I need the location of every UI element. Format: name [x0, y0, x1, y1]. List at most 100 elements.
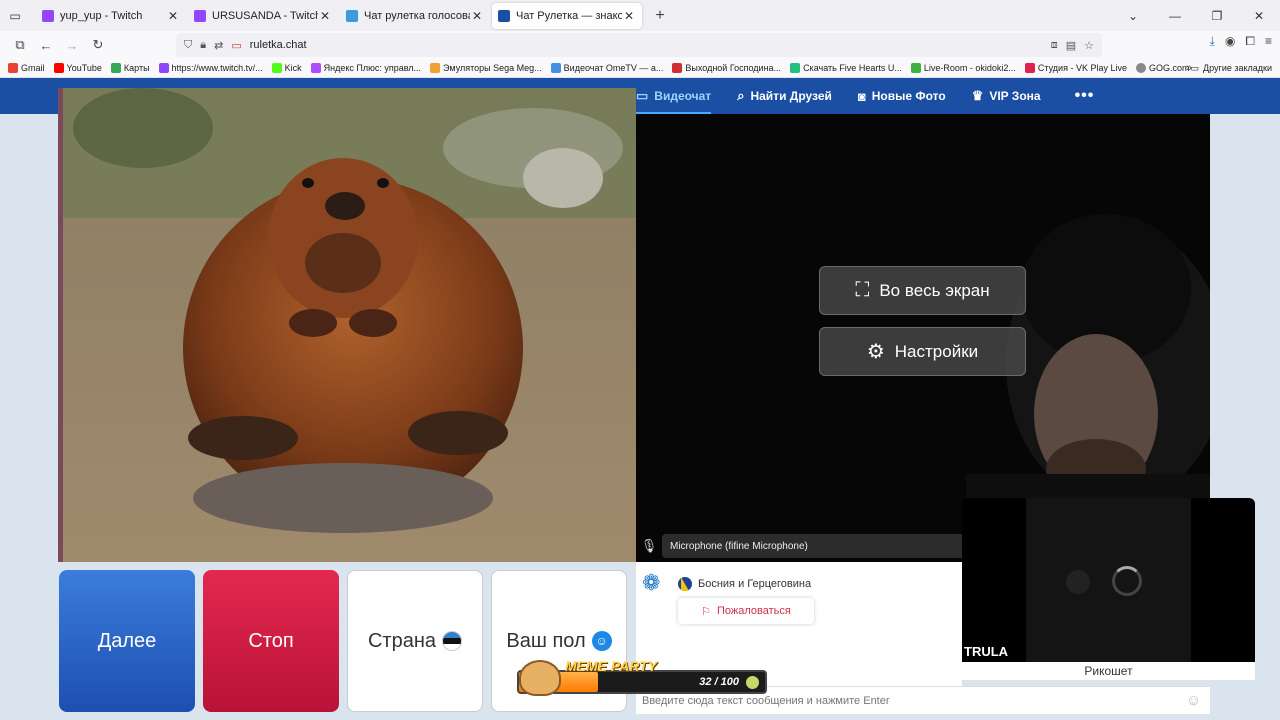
- crown-icon: ♛: [971, 88, 984, 103]
- document-icon: [550, 63, 561, 73]
- reader-view-icon[interactable]: ▤: [1066, 39, 1076, 52]
- permissions-icon[interactable]: ⇄: [214, 39, 223, 52]
- close-tab-icon[interactable]: ✕: [166, 9, 180, 23]
- nav-find-friends[interactable]: ⌕ Найти Друзей: [737, 78, 832, 114]
- address-bar[interactable]: ⛉ 🔒︎ ⇄ ▭ ruletka.chat ⧈ ▤ ☆: [176, 33, 1102, 57]
- meme-party-widget: 32 / 100 MEME PARTY: [515, 658, 769, 698]
- logo-placeholder-icon: [1066, 570, 1090, 594]
- doge-icon: [519, 660, 561, 696]
- camera-icon: ◙: [857, 88, 866, 104]
- search-icon: ⌕: [737, 88, 745, 103]
- sega-icon: [430, 63, 441, 73]
- beaver-image: [63, 88, 636, 562]
- nav-new-photos[interactable]: ◙ Новые Фото: [858, 78, 946, 114]
- forward-icon[interactable]: →: [60, 33, 84, 57]
- bookmark-item[interactable]: Скачать Five Hearts U...: [790, 63, 902, 73]
- site-favicon-icon: [346, 9, 358, 22]
- fullscreen-button[interactable]: ⛶ Во весь экран: [819, 266, 1026, 315]
- bookmark-item[interactable]: YouTube: [53, 63, 102, 73]
- camera-indicator-icon[interactable]: ▭: [231, 39, 241, 52]
- close-tab-icon[interactable]: ✕: [622, 9, 636, 23]
- microphone-select[interactable]: Microphone (fifine Microphone): [662, 534, 972, 558]
- country-button[interactable]: Страна: [347, 570, 483, 712]
- bookmark-item[interactable]: GOG.com: [1135, 63, 1190, 73]
- tab-list-icon[interactable]: ▭: [2, 3, 28, 29]
- emoji-icon[interactable]: ☺: [1186, 692, 1210, 709]
- nav-videochat[interactable]: ▭ Видеочат: [636, 78, 712, 114]
- close-window-icon[interactable]: ✕: [1238, 0, 1280, 31]
- video-icon: ▭: [636, 88, 649, 103]
- window-controls: ⌄ — ❐ ✕: [1112, 0, 1280, 31]
- close-tab-icon[interactable]: ✕: [318, 9, 332, 23]
- new-tab-button[interactable]: +: [648, 7, 672, 25]
- youtube-icon: [53, 63, 64, 73]
- bookmark-item[interactable]: https://www.twitch.tv/...: [158, 63, 263, 73]
- browser-tab[interactable]: yup_yup - Twitch ✕: [36, 3, 186, 29]
- bookmark-item[interactable]: Gmail: [8, 63, 45, 73]
- bookmarks-bar: Gmail YouTube Карты https://www.twitch.t…: [0, 59, 1280, 78]
- gear-icon: ⚙: [866, 341, 885, 363]
- stream-caption: Рикошет: [962, 662, 1255, 680]
- reload-icon[interactable]: ↻: [86, 33, 110, 57]
- bookmark-star-icon[interactable]: ☆: [1084, 39, 1094, 52]
- back-icon[interactable]: ←: [34, 33, 58, 57]
- browser-tab[interactable]: URSUSANDA - Twitch ✕: [188, 3, 338, 29]
- preview-frame: [1026, 498, 1191, 662]
- account-icon[interactable]: ◉: [1225, 34, 1235, 49]
- vk-play-icon: [1024, 63, 1035, 73]
- shield-icon[interactable]: ⛉: [184, 39, 192, 52]
- downloads-icon[interactable]: ⤓: [1210, 34, 1215, 49]
- lock-icon[interactable]: 🔒︎: [200, 39, 206, 52]
- twitch-favicon-icon: [194, 9, 206, 22]
- bookmark-item[interactable]: Яндекс Плюс: управл...: [310, 63, 421, 73]
- bookmark-item[interactable]: Выходной Господина...: [672, 63, 781, 73]
- self-video: ⛶ Во весь экран ⚙ Настройки 🎙︎ Microphon…: [636, 114, 1210, 562]
- globe-icon: [1135, 63, 1146, 73]
- fullscreen-icon: ⛶: [855, 279, 870, 301]
- browser-tab[interactable]: Чат рулетка голосовая - Nekt ✕: [340, 3, 490, 29]
- meme-title: MEME PARTY: [565, 658, 658, 674]
- microphone-icon: 🎙︎: [640, 538, 658, 553]
- user-icon: ☺: [591, 631, 612, 651]
- menu-icon[interactable]: ≡: [1265, 34, 1272, 49]
- flag-icon: ⚐: [701, 605, 711, 618]
- brand-watermark: TRULA: [964, 644, 1009, 659]
- partner-video: [63, 88, 636, 562]
- bookmark-item[interactable]: Kick: [271, 63, 302, 73]
- next-button[interactable]: Далее: [59, 570, 195, 712]
- url-text[interactable]: ruletka.chat: [250, 39, 307, 51]
- minimize-icon[interactable]: —: [1154, 0, 1196, 31]
- report-button[interactable]: ⚐ Пожаловаться: [678, 598, 814, 624]
- site-navigation: ▭ Видеочат ⌕ Найти Друзей ◙ Новые Фото ♛…: [636, 78, 1094, 114]
- close-tab-icon[interactable]: ✕: [470, 9, 484, 23]
- gmail-icon: [8, 63, 18, 73]
- yandex-plus-icon: [310, 63, 321, 73]
- folder-icon: ▭: [1190, 62, 1200, 73]
- letter-a-icon: [672, 63, 683, 73]
- bookmark-item[interactable]: Студия - VK Play Live: [1024, 63, 1127, 73]
- settings-button[interactable]: ⚙ Настройки: [819, 327, 1026, 376]
- stop-button[interactable]: Стоп: [203, 570, 339, 712]
- picture-in-picture-icon[interactable]: ⧈: [1051, 39, 1058, 52]
- browser-tab-active[interactable]: Чат Рулетка — знакомства и о ✕: [492, 2, 642, 29]
- bosnia-flag-icon: [678, 577, 692, 591]
- maps-icon: [110, 63, 121, 73]
- bookmark-item[interactable]: Эмуляторы Sega Meg...: [430, 63, 542, 73]
- bookmark-item[interactable]: Live-Room - okidoki2...: [910, 63, 1016, 73]
- bookmark-item[interactable]: Карты: [110, 63, 150, 73]
- twitch-icon: [158, 63, 169, 73]
- other-bookmarks[interactable]: ▭ Другие закладки: [1191, 63, 1272, 74]
- sidebar-toggle-icon[interactable]: ⧉: [8, 33, 32, 57]
- bookmark-item[interactable]: Видеочат OmeTV — а...: [550, 63, 663, 73]
- extensions-icon[interactable]: ⧠: [1245, 34, 1255, 49]
- restore-icon[interactable]: ❐: [1196, 0, 1238, 31]
- ruletka-favicon-icon: [498, 9, 510, 22]
- chevron-down-icon[interactable]: ⌄: [1112, 0, 1154, 31]
- coin-icon: [746, 676, 759, 689]
- partner-country: Босния и Герцеговина: [678, 577, 811, 591]
- nav-vip-zone[interactable]: ♛ VIP Зона: [972, 78, 1041, 114]
- more-menu-icon[interactable]: •••: [1075, 87, 1095, 105]
- live-room-icon: [910, 63, 921, 73]
- stream-preview: TRULA: [962, 498, 1255, 662]
- download-site-icon: [790, 63, 801, 73]
